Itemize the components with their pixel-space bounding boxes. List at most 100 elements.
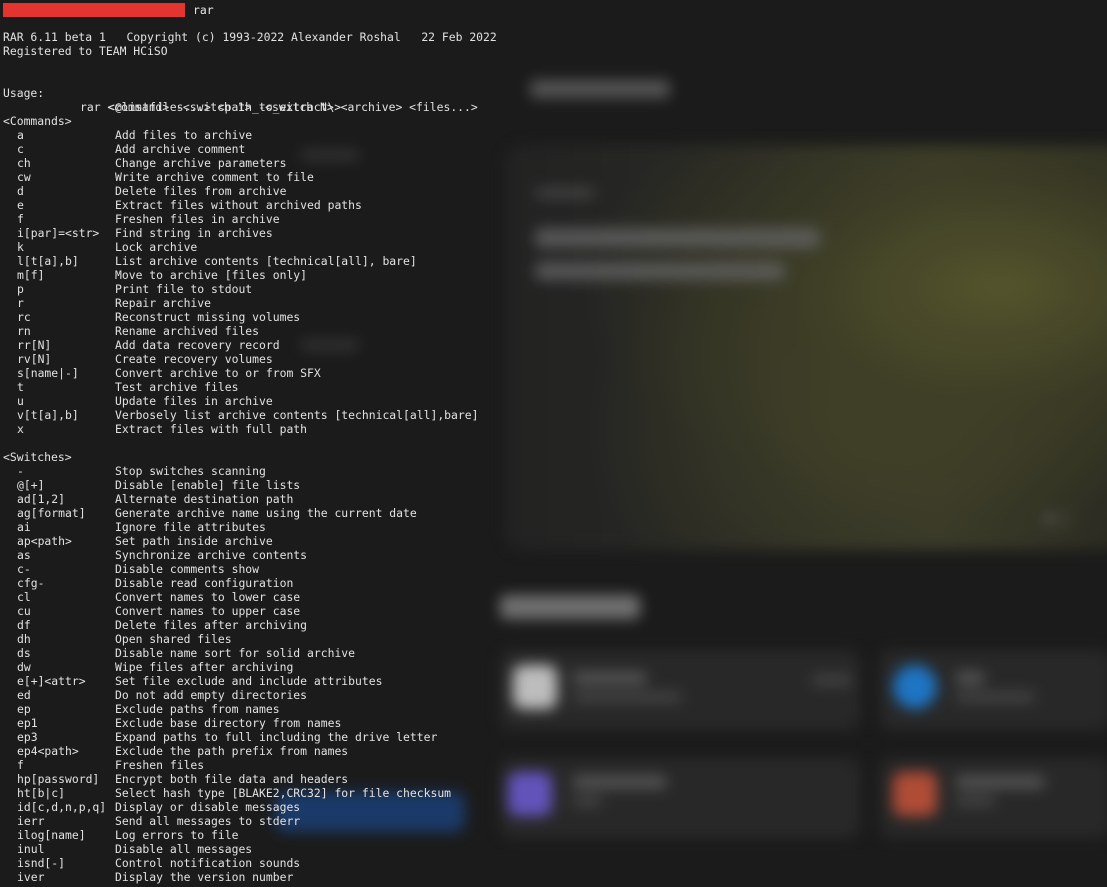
command-row: rr[N] Add data recovery record: [0, 338, 1107, 352]
switch-row-description: Log errors to file: [115, 828, 239, 842]
switch-row-description: Disable comments show: [115, 562, 260, 576]
command-row-description: Convert archive to or from SFX: [115, 366, 321, 380]
switch-row: ai Ignore file attributes: [0, 520, 1107, 534]
switch-row-key: ap<path>: [17, 534, 72, 548]
switch-row-description: Select hash type [BLAKE2,CRC32] for file…: [115, 786, 452, 800]
command-row-key: a: [17, 128, 24, 142]
switch-row-description: Disable [enable] file lists: [115, 478, 301, 492]
switch-row-description: Display or disable messages: [115, 800, 301, 814]
command-row-description: Add archive comment: [115, 142, 246, 156]
terminal-window[interactable]: rar RAR 6.11 beta 1 Copyright (c) 1993-2…: [0, 0, 1107, 887]
command-row-description: Verbosely list archive contents [technic…: [115, 408, 479, 422]
command-row: ch Change archive parameters: [0, 156, 1107, 170]
command-row-description: Extract files with full path: [115, 422, 308, 436]
command-row-key: s[name|-]: [17, 366, 79, 380]
switch-row-key: @[+]: [17, 478, 45, 492]
switch-row-key: ds: [17, 646, 31, 660]
command-row: rc Reconstruct missing volumes: [0, 310, 1107, 324]
switch-row-description: Exclude the path prefix from names: [115, 744, 349, 758]
command-row: r Repair archive: [0, 296, 1107, 310]
switch-row: ad[1,2] Alternate destination path: [0, 492, 1107, 506]
command-row-description: Repair archive: [115, 296, 212, 310]
switch-row-key: dw: [17, 660, 31, 674]
command-row-key: k: [17, 240, 24, 254]
redacted-prompt: [3, 3, 185, 17]
switch-row-key: ag[format]: [17, 506, 86, 520]
switch-row: id[c,d,n,p,q] Display or disable messages: [0, 800, 1107, 814]
command-row: c Add archive comment: [0, 142, 1107, 156]
command-row-key: l[t[a],b]: [17, 254, 79, 268]
command-row: e Extract files without archived paths: [0, 198, 1107, 212]
switch-row: ag[format] Generate archive name using th…: [0, 506, 1107, 520]
terminal-output[interactable]: rar RAR 6.11 beta 1 Copyright (c) 1993-2…: [0, 0, 1107, 887]
command-row-key: rv[N]: [17, 352, 52, 366]
switch-row: iver Display the version number: [0, 870, 1107, 884]
switch-row: dh Open shared files: [0, 632, 1107, 646]
switch-row: cu Convert names to upper case: [0, 604, 1107, 618]
switch-row-key: ad[1,2]: [17, 492, 66, 506]
command-row-description: Find string in archives: [115, 226, 273, 240]
command-row-description: Reconstruct missing volumes: [115, 310, 301, 324]
command-row-key: r: [17, 296, 24, 310]
switch-row: @[+] Disable [enable] file lists: [0, 478, 1107, 492]
command-row: p Print file to stdout: [0, 282, 1107, 296]
switch-row-key: ierr: [17, 814, 45, 828]
switch-row: ap<path> Set path inside archive: [0, 534, 1107, 548]
switch-row: e[+]<attr> Set file exclude and include a…: [0, 674, 1107, 688]
command-row-description: Create recovery volumes: [115, 352, 273, 366]
switch-row-key: dh: [17, 632, 31, 646]
switch-row-description: Delete files after archiving: [115, 618, 308, 632]
switch-row-key: f: [17, 758, 24, 772]
command-row-key: c: [17, 142, 24, 156]
switch-row-description: Wipe files after archiving: [115, 660, 294, 674]
command-row-key: rc: [17, 310, 31, 324]
switch-row-key: hp[password]: [17, 772, 100, 786]
switch-row-description: Stop switches scanning: [115, 464, 266, 478]
registered-line: Registered to TEAM HCiSO: [3, 44, 168, 58]
switch-row: ep4<path> Exclude the path prefix from na…: [0, 744, 1107, 758]
switch-row-key: ep4<path>: [17, 744, 79, 758]
switch-row-description: Open shared files: [115, 632, 232, 646]
switch-row-description: Disable read configuration: [115, 576, 294, 590]
switch-row: f Freshen files: [0, 758, 1107, 772]
command-row: u Update files in archive: [0, 394, 1107, 408]
switch-row-description: Convert names to upper case: [115, 604, 301, 618]
switch-row-key: c-: [17, 562, 31, 576]
switch-row-key: cfg-: [17, 576, 45, 590]
switch-row-key: ht[b|c]: [17, 786, 66, 800]
switch-row-key: -: [17, 464, 24, 478]
usage-syntax-continued: <@listfiles...> <path_to_extract\>: [108, 100, 342, 114]
switch-row-description: Display the version number: [115, 870, 294, 884]
switch-row: c- Disable comments show: [0, 562, 1107, 576]
switch-row-key: ep3: [17, 730, 38, 744]
switches-heading: <Switches>: [3, 450, 72, 464]
switch-row: ht[b|c] Select hash type [BLAKE2,CRC32] f…: [0, 786, 1107, 800]
switch-row-description: Generate archive name using the current …: [115, 506, 417, 520]
command-row-description: Delete files from archive: [115, 184, 287, 198]
switch-row-key: ilog[name]: [17, 828, 86, 842]
switch-row-key: inul: [17, 842, 45, 856]
command-row-key: v[t[a],b]: [17, 408, 79, 422]
switch-row-key: id[c,d,n,p,q]: [17, 800, 107, 814]
command-row-description: Move to archive [files only]: [115, 268, 308, 282]
switch-row-key: iver: [17, 870, 45, 884]
switch-row: ep3 Expand paths to full including the dr…: [0, 730, 1107, 744]
command-row-key: e: [17, 198, 24, 212]
command-row-description: Add data recovery record: [115, 338, 280, 352]
switch-row: isnd[-] Control notification sounds: [0, 856, 1107, 870]
switch-row-key: isnd[-]: [17, 856, 66, 870]
switch-row-key: ed: [17, 688, 31, 702]
command-row-description: Write archive comment to file: [115, 170, 314, 184]
switch-row: inul Disable all messages: [0, 842, 1107, 856]
switch-row: ep1 Exclude base directory from names: [0, 716, 1107, 730]
switch-row: ilog[name] Log errors to file: [0, 828, 1107, 842]
switch-row-key: ep: [17, 702, 31, 716]
switch-row: - Stop switches scanning: [0, 464, 1107, 478]
commands-heading: <Commands>: [3, 114, 72, 128]
command-row-description: Change archive parameters: [115, 156, 287, 170]
command-row: d Delete files from archive: [0, 184, 1107, 198]
switch-row: cfg- Disable read configuration: [0, 576, 1107, 590]
command-row-key: ch: [17, 156, 31, 170]
command-row-key: rr[N]: [17, 338, 52, 352]
command-row-key: rn: [17, 324, 31, 338]
